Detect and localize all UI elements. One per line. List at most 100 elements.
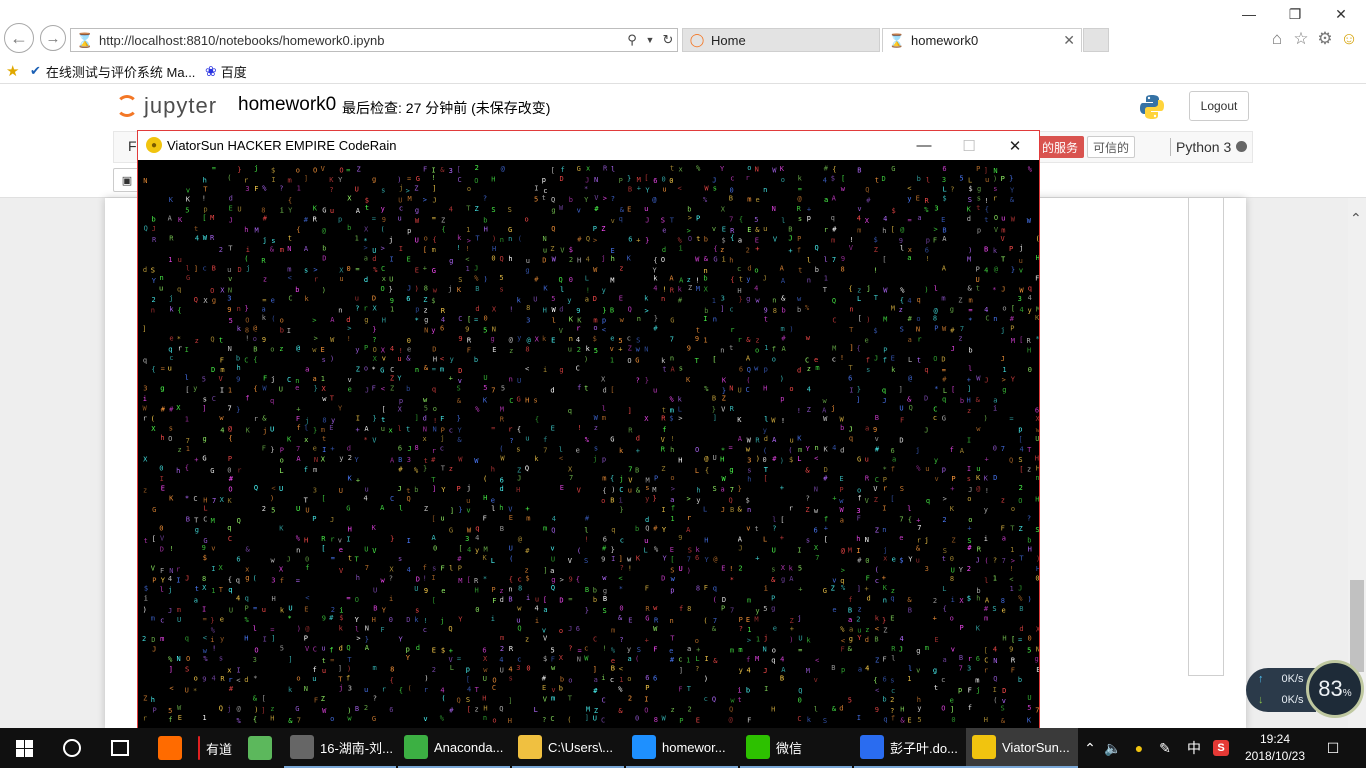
rain-glyph: u [526,257,530,265]
minimize-window-button[interactable]: — [1226,4,1272,24]
memory-usage-gauge[interactable]: 83% [1306,660,1364,718]
trusted-indicator[interactable]: 可信的 [1087,136,1136,158]
rain-glyph: ] [899,385,903,393]
rain-glyph: z [1001,496,1005,504]
favorite-item-test-system[interactable]: ✔ 在线测试与评价系统 Ma... [30,61,195,81]
rain-glyph: c [678,656,682,664]
rain-glyph: Q [586,235,590,243]
rain-glyph: y [602,287,606,295]
rain-glyph: F [441,565,445,573]
tab-home[interactable]: ◯ Home [682,28,880,52]
coderain-minimize-button[interactable]: — [901,131,947,160]
rain-glyph: P [304,635,308,643]
smiley-feedback-icon[interactable]: ☺ [1338,28,1360,50]
task-view-button[interactable] [96,728,144,768]
rain-glyph: V [661,436,666,444]
taskbar-app-1[interactable]: 有道 [192,728,232,768]
taskbar-app-8[interactable]: 彭子叶.do... [854,728,966,768]
search-icon[interactable]: ⚲ [623,32,641,48]
close-window-button[interactable]: ✕ [1318,4,1364,24]
rain-glyph: { [253,356,257,364]
taskbar-app-9[interactable]: ViatorSun... [966,728,1078,768]
qq-tray-icon[interactable]: ● [1128,728,1150,768]
rain-glyph: l [934,285,938,293]
rain-glyph: h [747,476,751,484]
notification-center-icon[interactable]: ☐ [1318,728,1348,768]
back-button[interactable]: ← [4,23,34,53]
logout-button[interactable]: Logout [1189,91,1249,121]
rain-glyph: 5 [594,347,598,355]
coderain-close-button[interactable]: ✕ [992,131,1038,160]
system-clock[interactable]: 19:24 2018/10/23 [1234,731,1316,765]
rain-glyph: x [423,435,427,443]
tab-homework0[interactable]: ⌛ homework0 ✕ [882,28,1082,52]
rain-glyph: 4 [236,594,240,602]
rain-glyph: $ [525,574,529,582]
rain-glyph: 6 [942,165,946,173]
rain-glyph: S [151,267,155,275]
forward-button[interactable]: → [40,25,66,51]
rain-glyph: x [304,436,308,444]
rain-glyph: H [516,486,520,494]
rain-glyph: J [984,377,988,385]
tray-overflow-chevron-icon[interactable]: ⌃ [1080,728,1100,768]
taskbar-app-0[interactable] [152,728,188,768]
rain-glyph: M [652,486,656,494]
rain-glyph: s [203,395,207,403]
rain-glyph: { [442,225,446,233]
taskbar-app-6[interactable]: homewor... [626,728,738,768]
rain-glyph: Y [397,375,402,383]
url-input[interactable] [99,32,623,48]
rain-glyph: S [968,196,972,204]
taskbar-app-3[interactable]: 16-湖南-刘... [284,728,396,768]
jupyter-favicon-icon: ⌛ [888,32,906,48]
volume-muted-icon[interactable]: 🔈 [1102,728,1124,768]
address-bar[interactable]: ⌛ ⚲ ▼ ↻ [70,28,678,52]
favorites-add-icon[interactable]: ★ [6,61,19,81]
menu-file[interactable]: F [128,138,137,154]
favorites-star-icon[interactable]: ☆ [1290,28,1312,50]
new-tab-button[interactable] [1083,28,1109,52]
taskbar-app-4[interactable]: Anaconda... [398,728,510,768]
rain-glyph: p [542,176,546,184]
rain-glyph: k [457,234,462,242]
rain-glyph: q [245,594,249,602]
refresh-icon[interactable]: ↻ [659,32,677,48]
taskbar-app-2[interactable] [242,728,278,768]
rain-glyph: s [398,555,402,563]
ime-indicator[interactable]: 中 [1182,728,1206,768]
favorite-item-baidu[interactable]: ❀ 百度 [205,61,247,81]
rain-glyph: S [688,546,692,554]
rain-glyph: $ [831,175,835,183]
taskbar-app-7[interactable]: 微信 [740,728,852,768]
pen-ink-icon[interactable]: ✎ [1154,728,1176,768]
gear-icon[interactable]: ⚙ [1314,28,1336,50]
taskbar-app-label: homewor... [662,739,726,755]
trusted-service-badge[interactable]: 的服务 [1036,136,1085,158]
code-cell[interactable] [1188,198,1224,676]
home-icon[interactable]: ⌂ [1266,28,1288,50]
notebook-name[interactable]: homework0 [238,94,336,116]
rain-glyph: ( [271,315,275,323]
rain-glyph: ) [780,457,784,465]
rain-glyph: b [815,266,819,274]
rain-glyph: & [288,717,293,725]
start-button[interactable] [0,728,48,768]
rain-glyph: Y [959,566,964,574]
rain-glyph: J [407,285,411,293]
sogou-ime-icon[interactable]: S [1210,728,1232,768]
rain-glyph: 6 [976,655,980,663]
restore-window-button[interactable]: ❐ [1272,4,1318,24]
rain-glyph: O [695,446,699,454]
rain-glyph: 4 [1028,294,1032,302]
rain-glyph: 9 [841,255,845,263]
taskbar-app-5[interactable]: C:\Users\... [512,728,624,768]
scroll-up-icon[interactable]: ⌃ [1350,210,1362,227]
close-tab-icon[interactable]: ✕ [1063,32,1075,49]
jupyter-logo[interactable]: jupyter [116,92,217,120]
rain-glyph: R [152,236,157,244]
scrollbar-thumb[interactable] [1350,580,1364,672]
coderain-maximize-button[interactable]: ☐ [946,131,992,160]
dropdown-chevron-icon[interactable]: ▼ [641,35,659,45]
cortana-button[interactable] [48,728,96,768]
